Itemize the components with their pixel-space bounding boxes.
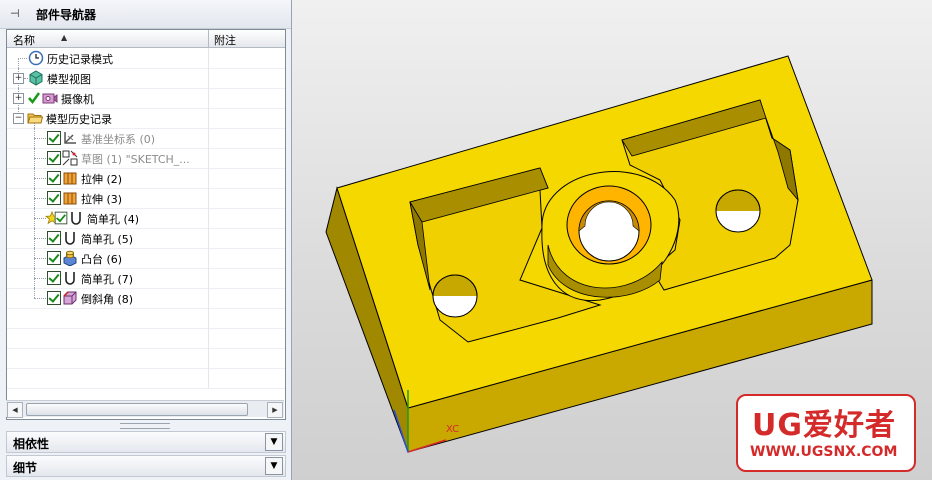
scroll-left-icon[interactable]: ◀	[7, 402, 23, 418]
model-view-icon	[29, 70, 43, 86]
feature-checkbox[interactable]	[47, 291, 61, 305]
graphics-viewport[interactable]: XC UG爱好者 WWW.UGSNX.COM	[292, 0, 932, 480]
details-section[interactable]: 细节 ▼	[6, 455, 286, 477]
expand-icon[interactable]: +	[13, 73, 24, 84]
sketch-icon	[62, 150, 78, 166]
feature-checkbox[interactable]	[47, 191, 61, 205]
hole-icon	[65, 272, 75, 285]
tree-item-label: 历史记录模式	[47, 53, 113, 66]
datum-csys-icon	[64, 132, 76, 144]
tree-row[interactable]: 倒斜角 (8)	[7, 288, 285, 309]
tree-row[interactable]: 草图 (1) "SKETCH_...	[7, 148, 285, 169]
tree-item-label: 简单孔 (7)	[81, 273, 134, 286]
feature-checkbox[interactable]	[47, 131, 61, 145]
tree-row[interactable]: 简单孔 (7)	[7, 268, 285, 289]
folder-icon	[27, 113, 43, 124]
section-title: 细节	[13, 461, 38, 475]
tree-item-label: 简单孔 (5)	[81, 233, 134, 246]
tree-row[interactable]: − 模型历史记录	[7, 108, 285, 129]
tree-row-empty	[7, 368, 285, 389]
navigator-tree: 名称 ▲ 附注 历史记录模式 + 模型视图 + 摄像机 − 模型历史记录 基准坐…	[6, 29, 286, 420]
tree-item-label: 拉伸 (2)	[81, 173, 123, 186]
tree-row[interactable]: 历史记录模式	[7, 48, 285, 69]
column-divider[interactable]	[208, 30, 209, 47]
tree-row[interactable]: + 模型视图	[7, 68, 285, 89]
tree-row-empty	[7, 308, 285, 329]
tree-item-label: 拉伸 (3)	[81, 193, 123, 206]
tree-item-label: 模型历史记录	[46, 113, 112, 126]
tree-item-label: 草图 (1) "SKETCH_...	[81, 153, 190, 166]
tree-item-label: 基准坐标系 (0)	[81, 133, 156, 146]
tree-row[interactable]: 简单孔 (5)	[7, 228, 285, 249]
navigator-title: 部件导航器	[36, 8, 97, 22]
tree-row[interactable]: 拉伸 (3)	[7, 188, 285, 209]
tree-row[interactable]: 凸台 (6)	[7, 248, 285, 269]
column-header-note[interactable]: 附注	[214, 32, 236, 48]
tree-row[interactable]: 简单孔 (4)	[7, 208, 285, 229]
feature-checkbox[interactable]	[47, 271, 61, 285]
feature-checkbox[interactable]	[47, 171, 61, 185]
hole-icon	[71, 212, 81, 225]
part-navigator-panel: ⊣ 部件导航器 名称 ▲ 附注 历史记录模式 + 模型视图 + 摄像机 − 模型…	[0, 0, 292, 480]
tree-item-label: 模型视图	[47, 73, 91, 86]
collapse-icon[interactable]: −	[13, 113, 24, 124]
tree-row[interactable]: 基准坐标系 (0)	[7, 128, 285, 149]
scroll-right-icon[interactable]: ▶	[267, 402, 283, 418]
feature-checkbox[interactable]	[47, 151, 61, 165]
checkmark-icon	[28, 92, 41, 105]
chevron-down-icon[interactable]: ▼	[265, 457, 283, 475]
section-title: 相依性	[13, 437, 50, 451]
tree-row-empty	[7, 348, 285, 369]
tree-row[interactable]: + 摄像机	[7, 88, 285, 109]
extrude-icon	[63, 192, 77, 205]
tree-header: 名称 ▲ 附注	[7, 30, 285, 48]
pin-icon[interactable]: ⊣	[10, 7, 20, 20]
panel-splitter[interactable]	[120, 423, 170, 429]
tree-item-label: 倒斜角 (8)	[81, 293, 134, 306]
chevron-down-icon[interactable]: ▼	[265, 433, 283, 451]
navigator-title-bar: ⊣ 部件导航器	[0, 0, 291, 29]
dependencies-section[interactable]: 相依性 ▼	[6, 431, 286, 453]
tree-item-label: 凸台 (6)	[81, 253, 123, 266]
feature-checkbox[interactable]	[47, 251, 61, 265]
expand-icon[interactable]: +	[13, 93, 24, 104]
chamfer-icon	[63, 291, 77, 305]
watermark-title: UG爱好者	[752, 408, 896, 443]
hole-icon	[65, 232, 75, 245]
column-header-name[interactable]: 名称	[13, 32, 35, 48]
extrude-icon	[63, 172, 77, 185]
feature-checkbox[interactable]	[47, 231, 61, 245]
triad-x-label: XC	[446, 424, 459, 435]
feature-checkbox[interactable]	[54, 211, 68, 225]
boss-icon	[63, 250, 77, 266]
tree-row-empty	[7, 328, 285, 349]
camera-icon	[42, 93, 58, 104]
scrollbar-thumb[interactable]	[26, 403, 248, 416]
tree-row[interactable]: 拉伸 (2)	[7, 168, 285, 189]
tree-item-label: 简单孔 (4)	[87, 213, 140, 226]
sort-ascending-icon: ▲	[61, 33, 68, 42]
clock-icon	[28, 50, 44, 66]
tree-item-label: 摄像机	[61, 93, 94, 106]
watermark-url: WWW.UGSNX.COM	[750, 444, 898, 460]
horizontal-scrollbar[interactable]: ◀ ▶	[6, 400, 284, 418]
watermark-logo: UG爱好者 WWW.UGSNX.COM	[736, 394, 916, 472]
